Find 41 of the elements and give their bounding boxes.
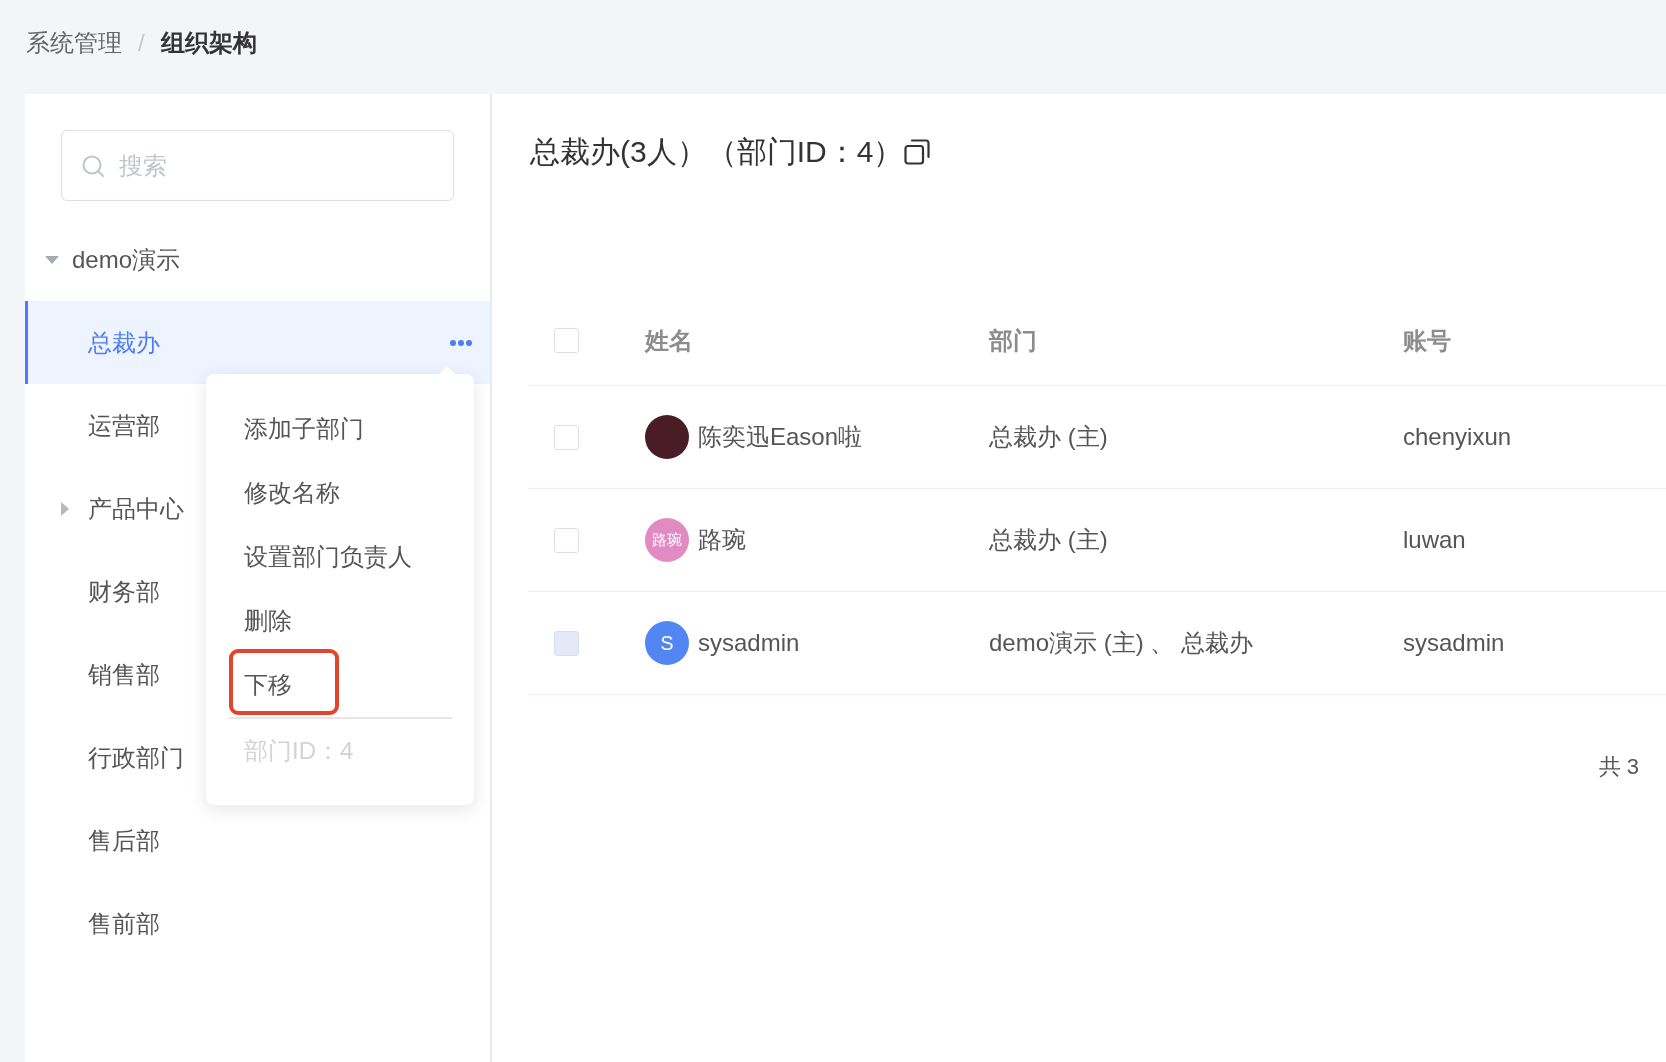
tree-item[interactable]: 售后部 <box>25 799 178 882</box>
search-icon <box>82 155 104 177</box>
tree-item[interactable]: 产品中心 <box>25 467 202 550</box>
menu-item[interactable]: 设置部门负责人 <box>206 525 474 589</box>
user-name-text: 路琬 <box>698 525 746 555</box>
department-title: 总裁办(3人）（部门ID：4） <box>530 134 904 170</box>
account-text: chenyixun <box>1403 423 1512 451</box>
tree-item[interactable]: 运营部 <box>25 384 178 467</box>
column-header: 姓名 <box>645 325 693 356</box>
department-text: 总裁办 (主) <box>989 525 1108 555</box>
tree-item[interactable]: demo演示 <box>25 218 199 301</box>
caret-right-icon[interactable] <box>61 501 69 516</box>
column-header: 账号 <box>1403 325 1451 356</box>
tree-item[interactable]: 销售部 <box>25 633 178 716</box>
column-header: 部门 <box>989 325 1037 356</box>
breadcrumb-separator: / <box>138 29 145 57</box>
tree-item[interactable]: 行政部门 <box>25 716 202 799</box>
department-text: 总裁办 (主) <box>989 422 1108 452</box>
breadcrumb-link[interactable]: 系统管理 <box>26 27 122 59</box>
tree-item[interactable]: 售前部 <box>25 882 178 965</box>
department-text: demo演示 (主) 、 总裁办 <box>989 628 1254 658</box>
user-name-text: sysadmin <box>698 629 800 657</box>
select-all-checkbox[interactable] <box>554 328 579 353</box>
total-count-text: 共 3 <box>1598 753 1639 781</box>
account-text: sysadmin <box>1403 629 1505 657</box>
search-field[interactable]: 搜索 <box>61 130 454 201</box>
user-name-text: 陈奕迅Eason啦 <box>698 422 863 452</box>
menu-item[interactable]: 修改名称 <box>206 461 474 525</box>
menu-item[interactable]: 删除 <box>206 589 474 653</box>
menu-item[interactable]: 添加子部门 <box>206 397 474 461</box>
caret-down-icon[interactable] <box>45 255 59 264</box>
avatar-photo <box>645 415 689 459</box>
breadcrumb-current: 组织架构 <box>160 28 257 58</box>
user-avatar: 路琬 <box>645 518 689 562</box>
more-icon[interactable] <box>450 339 472 346</box>
account-text: luwan <box>1403 526 1466 554</box>
tree-item[interactable]: 财务部 <box>25 550 178 633</box>
row-checkbox[interactable] <box>554 527 579 553</box>
user-avatar: S <box>645 621 689 665</box>
copy-icon[interactable] <box>903 138 932 166</box>
row-checkbox[interactable] <box>554 424 579 450</box>
